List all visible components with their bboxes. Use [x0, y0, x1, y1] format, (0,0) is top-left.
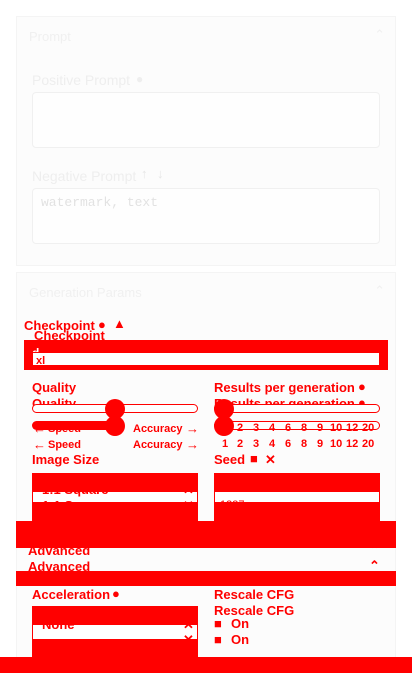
- advanced-header-echo[interactable]: Advanced: [28, 559, 90, 574]
- tick: 20: [362, 422, 375, 434]
- acceleration-select-echo[interactable]: [32, 640, 198, 658]
- negative-prompt-input[interactable]: watermark, text: [32, 188, 380, 244]
- checkbox-icon[interactable]: ■: [214, 616, 222, 631]
- image-size-value: 1:1 Square: [42, 482, 109, 497]
- dice-icon[interactable]: ■: [250, 451, 258, 466]
- tick: 8: [301, 438, 308, 450]
- advanced-header[interactable]: Advanced: [28, 543, 90, 558]
- tick: 9: [317, 422, 324, 434]
- seed-value-echo: 1337: [220, 499, 245, 511]
- tick: 12: [346, 438, 359, 450]
- chevron-up-icon[interactable]: ⌃: [374, 27, 385, 43]
- warning-icon: ▲: [113, 316, 126, 331]
- tick: 3: [253, 422, 260, 434]
- tick: 6: [285, 422, 292, 434]
- speed-label-echo: Speed: [48, 439, 82, 451]
- tick: 4: [269, 438, 276, 450]
- results-track[interactable]: [214, 404, 380, 413]
- positive-prompt-label: Positive Prompt: [32, 72, 131, 88]
- mic-icon[interactable]: ●: [136, 72, 143, 86]
- tick: 1: [222, 438, 229, 450]
- tick: 9: [317, 438, 324, 450]
- acceleration-value: None: [42, 617, 75, 632]
- arrow-left-icon: ←: [33, 437, 46, 452]
- negative-prompt-label: Negative Prompt: [32, 168, 137, 184]
- tick: 1: [222, 422, 229, 434]
- quality-label: Quality: [32, 380, 77, 395]
- tick: 10: [330, 422, 343, 434]
- rescale-label: Rescale CFG: [214, 587, 295, 602]
- prompt-header[interactable]: Prompt: [29, 29, 71, 44]
- tick: 3: [253, 438, 260, 450]
- checkbox-icon[interactable]: ■: [214, 632, 222, 647]
- speed-label: Speed: [48, 423, 82, 435]
- chevron-up-icon[interactable]: ⌃: [369, 542, 380, 558]
- rescale-label-echo: Rescale CFG: [214, 603, 295, 618]
- quality-knob-echo[interactable]: [105, 416, 125, 436]
- arrow-left-icon: ←: [33, 421, 46, 436]
- seed-label: Seed: [214, 452, 246, 467]
- positive-prompt-input[interactable]: [32, 92, 380, 148]
- image-size-label: Image Size: [32, 452, 100, 467]
- results-label: Results per generation: [214, 380, 355, 395]
- arrow-right-icon: →: [186, 421, 199, 436]
- seed-value: 1337: [220, 482, 245, 494]
- accuracy-label: Accuracy: [133, 423, 183, 435]
- chevron-up-icon[interactable]: ⌃: [369, 558, 380, 574]
- tick: 12: [346, 422, 359, 434]
- close-icon[interactable]: ✕: [183, 482, 194, 498]
- help-icon[interactable]: ●: [112, 586, 120, 601]
- tick: 6: [285, 438, 292, 450]
- checkpoint-inner[interactable]: [32, 352, 380, 366]
- acceleration-label: Acceleration: [32, 587, 111, 602]
- image-size-value-echo: 1:1 Square: [42, 498, 109, 513]
- chevron-up-icon[interactable]: ⌃: [374, 283, 385, 299]
- arrow-up-icon[interactable]: ↑: [141, 166, 148, 181]
- tick: 8: [301, 422, 308, 434]
- tick: 20: [362, 438, 375, 450]
- close-icon[interactable]: ✕: [183, 498, 194, 514]
- help-icon[interactable]: ●: [358, 379, 366, 394]
- arrow-down-icon[interactable]: ↓: [157, 166, 164, 181]
- tick: 2: [237, 438, 244, 450]
- arrow-right-icon: →: [186, 437, 199, 452]
- close-icon[interactable]: ✕: [265, 452, 276, 468]
- tick: 4: [269, 422, 276, 434]
- checkpoint-inner-value: xl: [36, 355, 46, 367]
- close-icon[interactable]: ✕: [183, 617, 194, 633]
- tick: 2: [237, 422, 244, 434]
- generation-header[interactable]: Generation Params: [29, 285, 142, 300]
- bottom-bar[interactable]: [0, 657, 412, 673]
- tick: 10: [330, 438, 343, 450]
- accuracy-label-echo: Accuracy: [133, 439, 183, 451]
- close-icon[interactable]: ✕: [183, 632, 194, 648]
- rescale-value-echo: On: [231, 632, 250, 647]
- rescale-value: On: [231, 616, 250, 631]
